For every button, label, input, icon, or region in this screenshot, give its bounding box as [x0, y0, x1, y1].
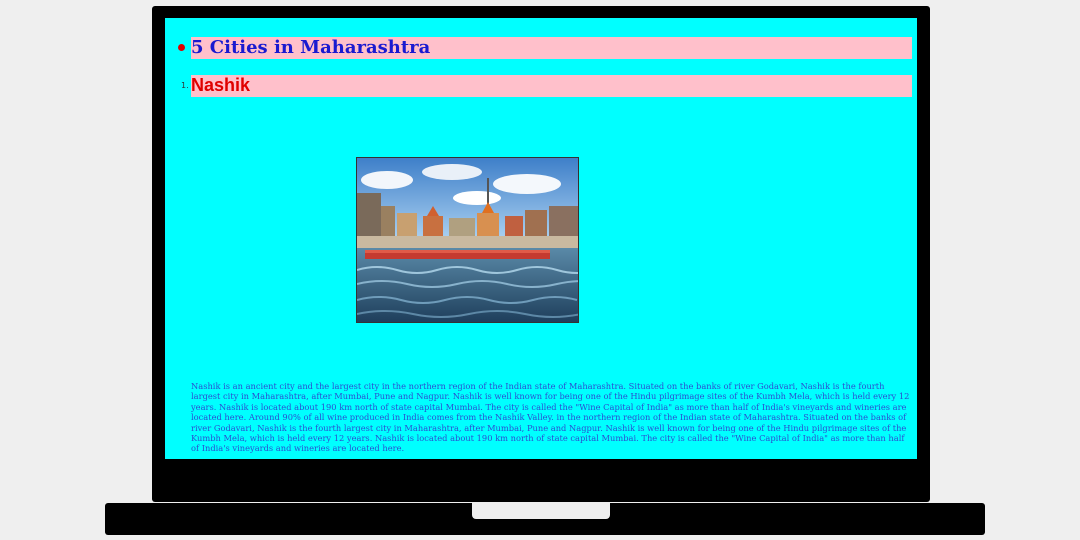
numbered-list-item: 1. Nashik [175, 75, 912, 97]
list-number-marker: 1. [181, 81, 189, 90]
bullet-dot-icon [178, 44, 185, 51]
page-heading: 5 Cities in Maharashtra [191, 37, 431, 58]
nashik-ghat-photo [356, 157, 579, 323]
laptop-base-notch [472, 503, 610, 519]
laptop-screen: 5 Cities in Maharashtra 1. Nashik Nashik… [165, 18, 917, 459]
city-description: Nashik is an ancient city and the larges… [191, 381, 910, 454]
title-highlight [191, 75, 912, 97]
bullet-list-item: 5 Cities in Maharashtra [175, 37, 912, 59]
city-title: Nashik [191, 75, 251, 95]
